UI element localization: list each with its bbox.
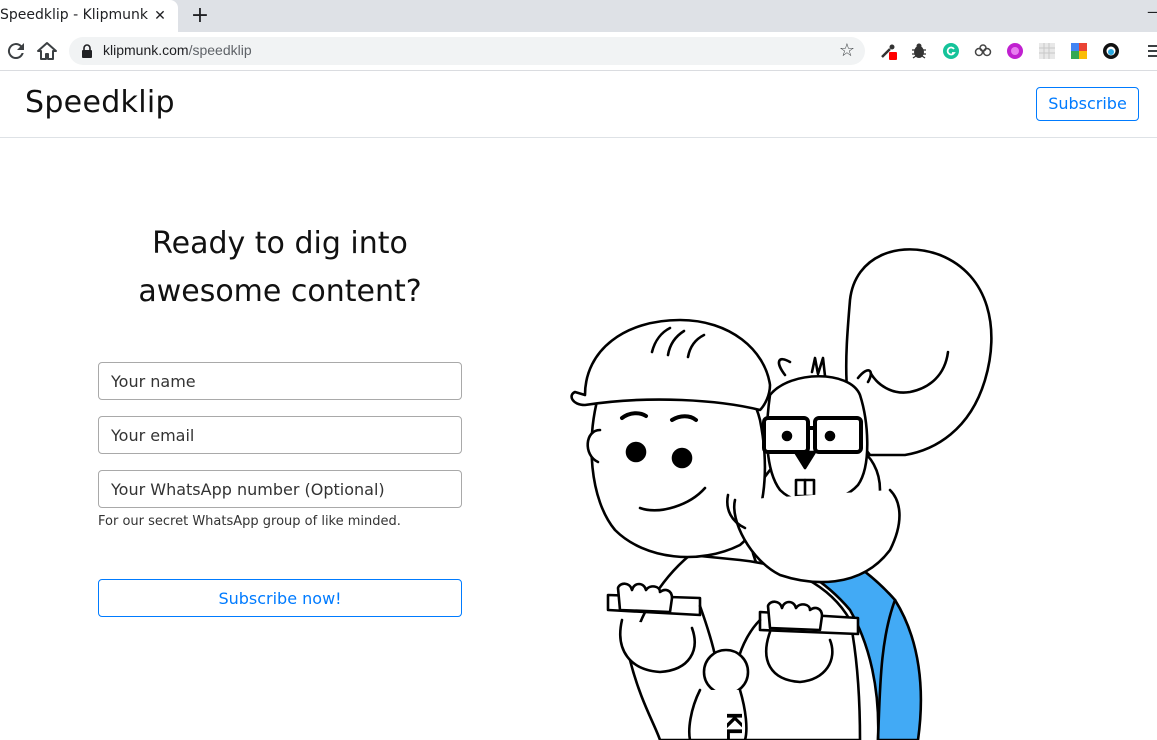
circle-extension-icon[interactable] <box>1102 42 1120 60</box>
scooter-logo-text: KL <box>722 712 746 740</box>
headline-line-1: Ready to dig into <box>152 226 408 261</box>
site-navbar: Speedklip Subscribe <box>0 71 1157 138</box>
chipmunk-tail <box>844 248 993 457</box>
home-icon[interactable] <box>35 39 59 63</box>
url-text: klipmunk.com/speedklip <box>103 42 252 58</box>
bookmark-star-icon[interactable]: ☆ <box>837 41 857 61</box>
browser-toolbar: klipmunk.com/speedklip ☆ <box>0 32 1157 71</box>
lock-icon <box>82 44 92 58</box>
page-headline: Ready to dig into awesome content? <box>98 220 462 316</box>
link-icon[interactable] <box>974 42 992 60</box>
brand-logo-text[interactable]: Speedklip <box>25 85 175 120</box>
grammarly-icon[interactable] <box>942 42 960 60</box>
whatsapp-input[interactable] <box>98 470 462 508</box>
window-minimize-icon[interactable]: — <box>1147 2 1157 22</box>
grid-extension-icon[interactable] <box>1038 42 1056 60</box>
subscribe-now-button[interactable]: Subscribe now! <box>98 579 462 617</box>
new-tab-icon[interactable]: + <box>188 4 212 28</box>
glasses-right-lens <box>813 416 863 454</box>
boy-and-chipmunk-on-scooter-illustration: KL <box>570 248 993 740</box>
browser-tab[interactable]: Speedklip - Klipmunk ✕ <box>0 0 178 32</box>
address-bar[interactable]: klipmunk.com/speedklip ☆ <box>69 37 865 65</box>
headline-line-2: awesome content? <box>138 274 422 309</box>
scooter-headlight <box>702 648 750 696</box>
helmet <box>570 318 772 412</box>
nav-subscribe-button[interactable]: Subscribe <box>1036 87 1139 121</box>
tab-close-icon[interactable]: ✕ <box>150 6 170 26</box>
bug-icon[interactable] <box>910 42 928 60</box>
email-input[interactable] <box>98 416 462 454</box>
boy-right-eye <box>671 447 693 469</box>
whatsapp-helper-text: For our secret WhatsApp group of like mi… <box>98 514 401 529</box>
name-input[interactable] <box>98 362 462 400</box>
color-picker-icon[interactable] <box>879 42 897 60</box>
boy-left-eye <box>625 441 647 463</box>
purple-extension-icon[interactable] <box>1006 42 1024 60</box>
browser-tab-strip: Speedklip - Klipmunk ✕ + — <box>0 0 1157 32</box>
google-extension-icon[interactable] <box>1070 42 1088 60</box>
tab-title: Speedklip - Klipmunk <box>0 7 148 23</box>
browser-menu-icon[interactable] <box>1146 41 1157 61</box>
reload-icon[interactable] <box>4 39 28 63</box>
